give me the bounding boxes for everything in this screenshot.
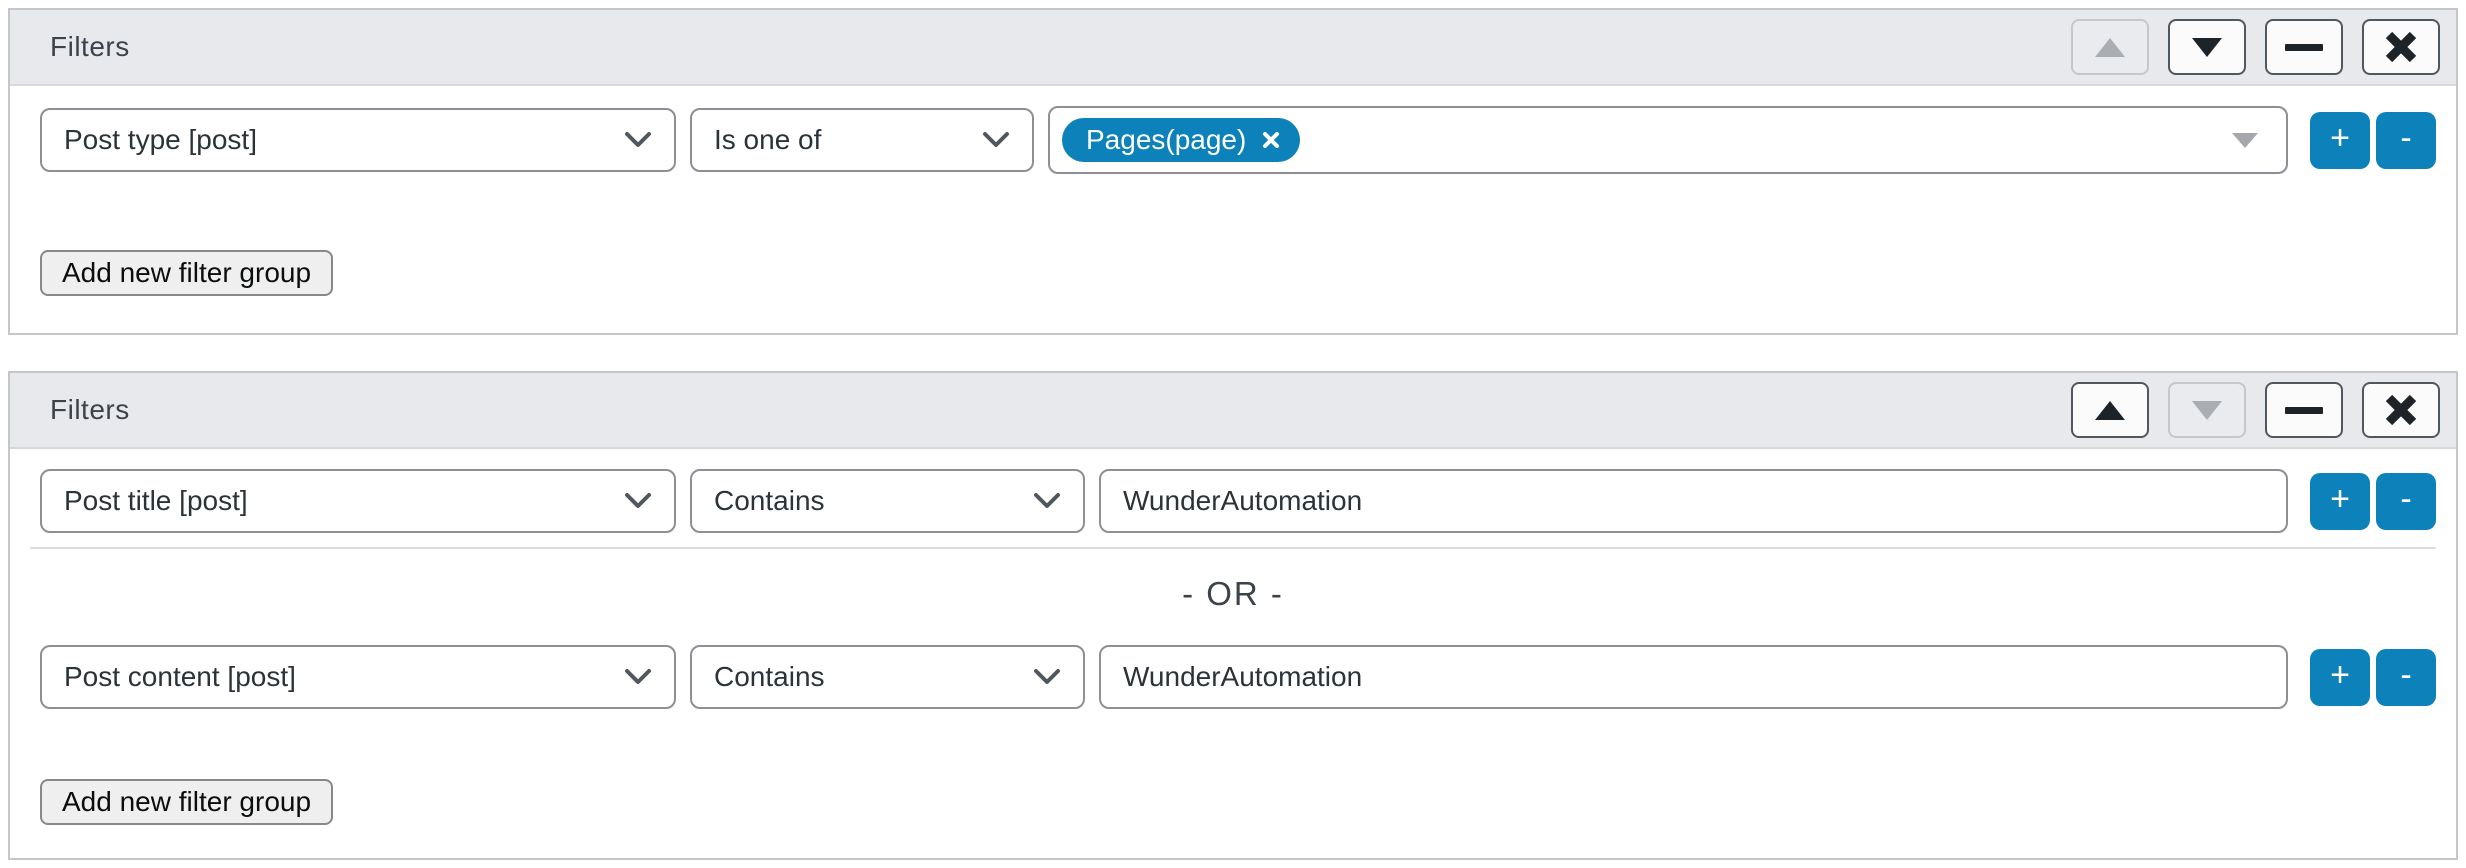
x-icon — [2385, 31, 2417, 63]
up-triangle-icon — [2095, 37, 2125, 57]
metabox-1-header[interactable]: Filters — [10, 10, 2456, 86]
remove-rule-button[interactable]: - — [2376, 472, 2436, 530]
chevron-down-icon — [625, 669, 651, 684]
selected-tag-label: Pages(page) — [1086, 124, 1247, 155]
field-select[interactable]: Post title [post] — [40, 469, 676, 533]
chevron-down-icon — [1034, 493, 1060, 508]
operator-select-value: Contains — [714, 661, 825, 692]
filter-rule-row: Post type [post] Is one of Pages(page) +… — [40, 106, 2436, 174]
operator-select-value: Is one of — [714, 124, 822, 155]
add-rule-button[interactable]: + — [2310, 472, 2370, 530]
move-up-button[interactable] — [2071, 382, 2149, 438]
chevron-down-icon — [625, 493, 651, 508]
metabox-2-title: Filters — [50, 394, 130, 425]
add-filter-group-button[interactable]: Add new filter group — [40, 779, 334, 825]
field-select-value: Post type [post] — [64, 124, 257, 155]
filters-metabox-1: Filters Post type [post] Is one of Pages… — [8, 8, 2458, 335]
add-rule-button[interactable]: + — [2310, 648, 2370, 706]
x-icon — [2385, 394, 2417, 426]
minus-icon — [2285, 406, 2323, 414]
add-filter-group-button[interactable]: Add new filter group — [40, 250, 334, 296]
value-input[interactable] — [1099, 469, 2288, 533]
value-input[interactable] — [1099, 645, 2288, 709]
x-icon — [1263, 132, 1280, 148]
value-multiselect[interactable]: Pages(page) — [1048, 106, 2288, 174]
filters-page: Filters Post type [post] Is one of Pages… — [0, 0, 2466, 868]
filter-rule-row: Post title [post] Contains + - — [40, 469, 2436, 533]
field-select-value: Post title [post] — [64, 485, 248, 516]
remove-rule-button[interactable]: - — [2376, 111, 2436, 169]
rule-actions: + - — [2310, 648, 2436, 706]
close-button[interactable] — [2362, 19, 2440, 75]
collapse-button[interactable] — [2265, 19, 2343, 75]
metabox-2-header[interactable]: Filters — [10, 373, 2456, 449]
filters-metabox-2: Filters Post title [post] Contains Wunde… — [8, 371, 2458, 860]
down-triangle-icon — [2232, 133, 2258, 148]
chevron-down-icon — [983, 132, 1009, 147]
metabox-1-title: Filters — [50, 31, 130, 62]
operator-select[interactable]: Contains — [690, 469, 1085, 533]
field-select[interactable]: Post content [post] — [40, 645, 676, 709]
rule-divider — [30, 547, 2436, 549]
filter-rule-row: Post content [post] Contains + - — [40, 645, 2436, 709]
down-triangle-icon — [2192, 400, 2222, 420]
metabox-2-body: Post title [post] Contains + - — [10, 469, 2456, 858]
field-select[interactable]: Post type [post] — [40, 108, 676, 172]
collapse-button[interactable] — [2265, 382, 2343, 438]
metabox-1-controls — [2071, 19, 2440, 75]
close-button[interactable] — [2362, 382, 2440, 438]
move-up-button[interactable] — [2071, 19, 2149, 75]
or-label: - OR - — [1182, 575, 1284, 612]
chevron-down-icon — [1034, 669, 1060, 684]
tag-remove-button[interactable] — [1262, 131, 1280, 149]
rule-actions: + - — [2310, 472, 2436, 530]
operator-select[interactable]: Is one of — [690, 108, 1034, 172]
operator-select[interactable]: Contains — [690, 645, 1085, 709]
chevron-down-icon — [625, 132, 651, 147]
metabox-1-body: Post type [post] Is one of Pages(page) +… — [10, 106, 2456, 333]
down-triangle-icon — [2192, 37, 2222, 57]
remove-rule-button[interactable]: - — [2376, 648, 2436, 706]
metabox-2-controls — [2071, 382, 2440, 438]
rule-actions: + - — [2310, 111, 2436, 169]
field-select-value: Post content [post] — [64, 661, 296, 692]
operator-select-value: Contains — [714, 485, 825, 516]
minus-icon — [2285, 43, 2323, 51]
move-down-button[interactable] — [2168, 19, 2246, 75]
add-rule-button[interactable]: + — [2310, 111, 2370, 169]
move-down-button[interactable] — [2168, 382, 2246, 438]
up-triangle-icon — [2095, 400, 2125, 420]
selected-tag: Pages(page) — [1062, 118, 1301, 162]
